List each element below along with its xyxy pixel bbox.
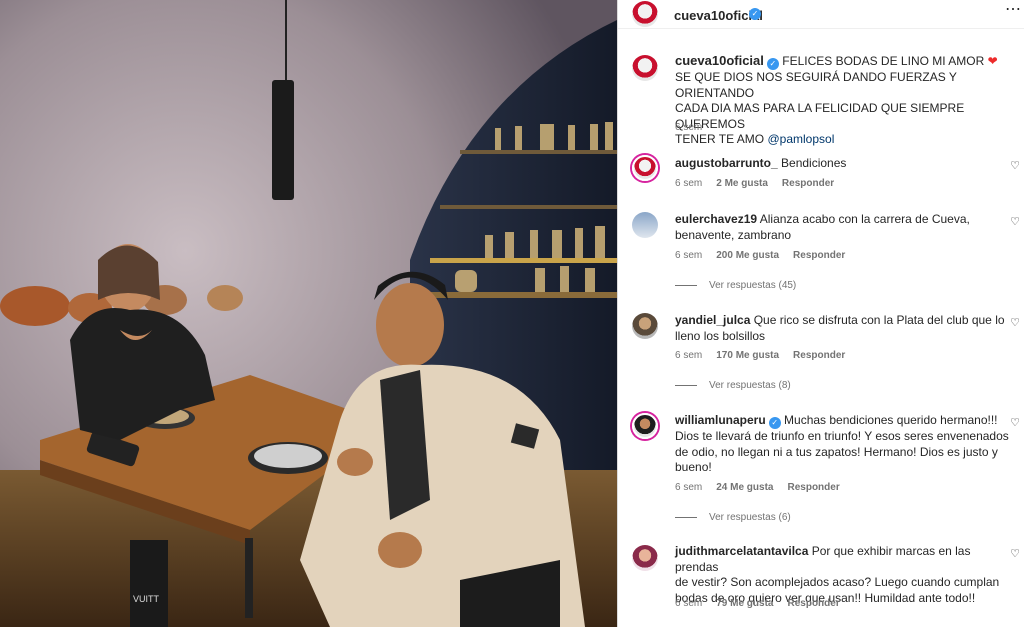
comment-username[interactable]: williamlunaperu (675, 413, 766, 427)
caption-author-username[interactable]: cueva10oficial (675, 53, 764, 68)
reply-button[interactable]: Responder (793, 350, 845, 361)
reply-button[interactable]: Responder (793, 250, 845, 261)
comment-item: augustobarrunto_ Bendiciones ♡ (675, 156, 1020, 172)
comment-text-line-4: bueno! (675, 460, 712, 474)
like-heart-icon[interactable]: ♡ (1009, 548, 1021, 560)
caption-author-avatar[interactable] (632, 55, 658, 81)
comment-text-line-1: Que rico se disfruta con la Plata del cl… (753, 313, 1005, 327)
post-photo[interactable]: VUITT (0, 0, 617, 627)
comment-username[interactable]: yandiel_julca (675, 313, 750, 327)
comment-username[interactable]: judithmarcelatantavilca (675, 544, 808, 558)
replies-divider (675, 516, 697, 518)
view-replies-button[interactable]: Ver respuestas (6) (675, 512, 791, 523)
caption-line-1: FELICES BODAS DE LINO MI AMOR (782, 54, 985, 68)
comment-time: 6 sem (675, 250, 703, 261)
post-caption: cueva10oficial ✓ FELICES BODAS DE LINO MI… (675, 53, 1015, 148)
photo-scene: VUITT (0, 0, 617, 627)
verified-badge-icon: ✓ (749, 8, 761, 20)
comment-avatar[interactable] (632, 413, 658, 439)
comment-avatar[interactable] (632, 313, 658, 339)
author-avatar[interactable] (632, 1, 658, 27)
comment-text-line-2: Dios te llevará de triunfo en triunfo! Y… (675, 429, 1009, 443)
comment-username[interactable]: eulerchavez19 (675, 212, 757, 226)
more-options-icon[interactable]: ⋯ (1003, 2, 1023, 22)
view-replies-button[interactable]: Ver respuestas (45) (675, 280, 796, 291)
comment-verified-icon: ✓ (768, 417, 781, 429)
caption-mention-link[interactable]: @pamlopsol (767, 132, 834, 146)
comment-item: yandiel_julca Que rico se disfruta con l… (675, 313, 1020, 344)
comment-avatar[interactable] (632, 212, 658, 238)
comment-time: 6 sem (675, 482, 703, 493)
view-replies-label: Ver respuestas (8) (709, 380, 791, 391)
comment-time: 6 sem (675, 178, 703, 189)
comment-text-line-1: Alianza acabo con la carrera de Cueva, (759, 212, 970, 226)
comment-meta: 6 sem 170 Me gusta Responder (675, 350, 859, 361)
caption-line-4: TENER TE AMO (675, 132, 765, 146)
comment-meta: 6 sem 24 Me gusta Responder (675, 482, 854, 493)
post-header: cueva10oficial ✓ ⋯ (618, 0, 1024, 29)
replies-divider (675, 284, 697, 286)
view-replies-button[interactable]: Ver respuestas (8) (675, 380, 791, 391)
comment-likes[interactable]: 200 Me gusta (716, 250, 779, 261)
comment-item: williamlunaperu ✓ Muchas bendiciones quer… (675, 413, 1020, 476)
like-heart-icon[interactable]: ♡ (1009, 216, 1021, 228)
reply-button[interactable]: Responder (787, 598, 839, 609)
post-sidebar: cueva10oficial ✓ ⋯ cueva10oficial ✓ FELIC… (617, 0, 1024, 627)
reply-button[interactable]: Responder (782, 178, 834, 189)
view-replies-label: Ver respuestas (6) (709, 512, 791, 523)
comment-text-line-2: lleno los bolsillos (675, 328, 766, 343)
comment-item: judithmarcelatantavilca Por que exhibir … (675, 544, 1020, 606)
caption-line-3: CADA DIA MAS PARA LA FELICIDAD QUE SIEMP… (675, 101, 965, 131)
comment-item: eulerchavez19 Alianza acabo con la carre… (675, 212, 1020, 243)
like-heart-icon[interactable]: ♡ (1009, 160, 1021, 172)
comment-likes[interactable]: 170 Me gusta (716, 350, 779, 361)
boot-brand-text: VUITT (133, 594, 160, 604)
comment-text-line-2: de vestir? Son acomplejados acaso? Luego… (675, 575, 1000, 589)
comment-likes[interactable]: 2 Me gusta (716, 178, 768, 189)
comment-likes[interactable]: 24 Me gusta (716, 482, 773, 493)
reply-button[interactable]: Responder (787, 482, 839, 493)
replies-divider (675, 384, 697, 386)
view-replies-label: Ver respuestas (45) (709, 280, 797, 291)
comment-time: 6 sem (675, 350, 703, 361)
comment-avatar[interactable] (632, 155, 658, 181)
comment-time: 6 sem (675, 598, 703, 609)
comment-text-line-3: de odio, no llegan ni a tus zapatos! Her… (675, 444, 998, 459)
caption-timestamp: 6 sem (675, 122, 703, 133)
comment-meta: 6 sem 2 Me gusta Responder (675, 178, 848, 189)
comment-text-line-1: Muchas bendiciones querido hermano!!! (784, 413, 998, 427)
like-heart-icon[interactable]: ♡ (1009, 417, 1021, 429)
red-heart-emoji-icon: ❤ (987, 54, 998, 68)
comment-text: Bendiciones (781, 156, 847, 170)
caption-verified-icon: ✓ (766, 58, 779, 70)
comment-likes[interactable]: 79 Me gusta (716, 598, 773, 609)
comment-username[interactable]: augustobarrunto_ (675, 156, 778, 170)
like-heart-icon[interactable]: ♡ (1009, 317, 1021, 329)
caption-line-2: SE QUE DIOS NOS SEGUIRÁ DANDO FUERZAS Y … (675, 70, 957, 100)
comment-meta: 6 sem 79 Me gusta Responder (675, 598, 854, 609)
comment-meta: 6 sem 200 Me gusta Responder (675, 250, 859, 261)
pendant-lamp (272, 80, 294, 200)
comment-text-line-2: benavente, zambrano (675, 227, 792, 242)
comment-avatar[interactable] (632, 545, 658, 571)
